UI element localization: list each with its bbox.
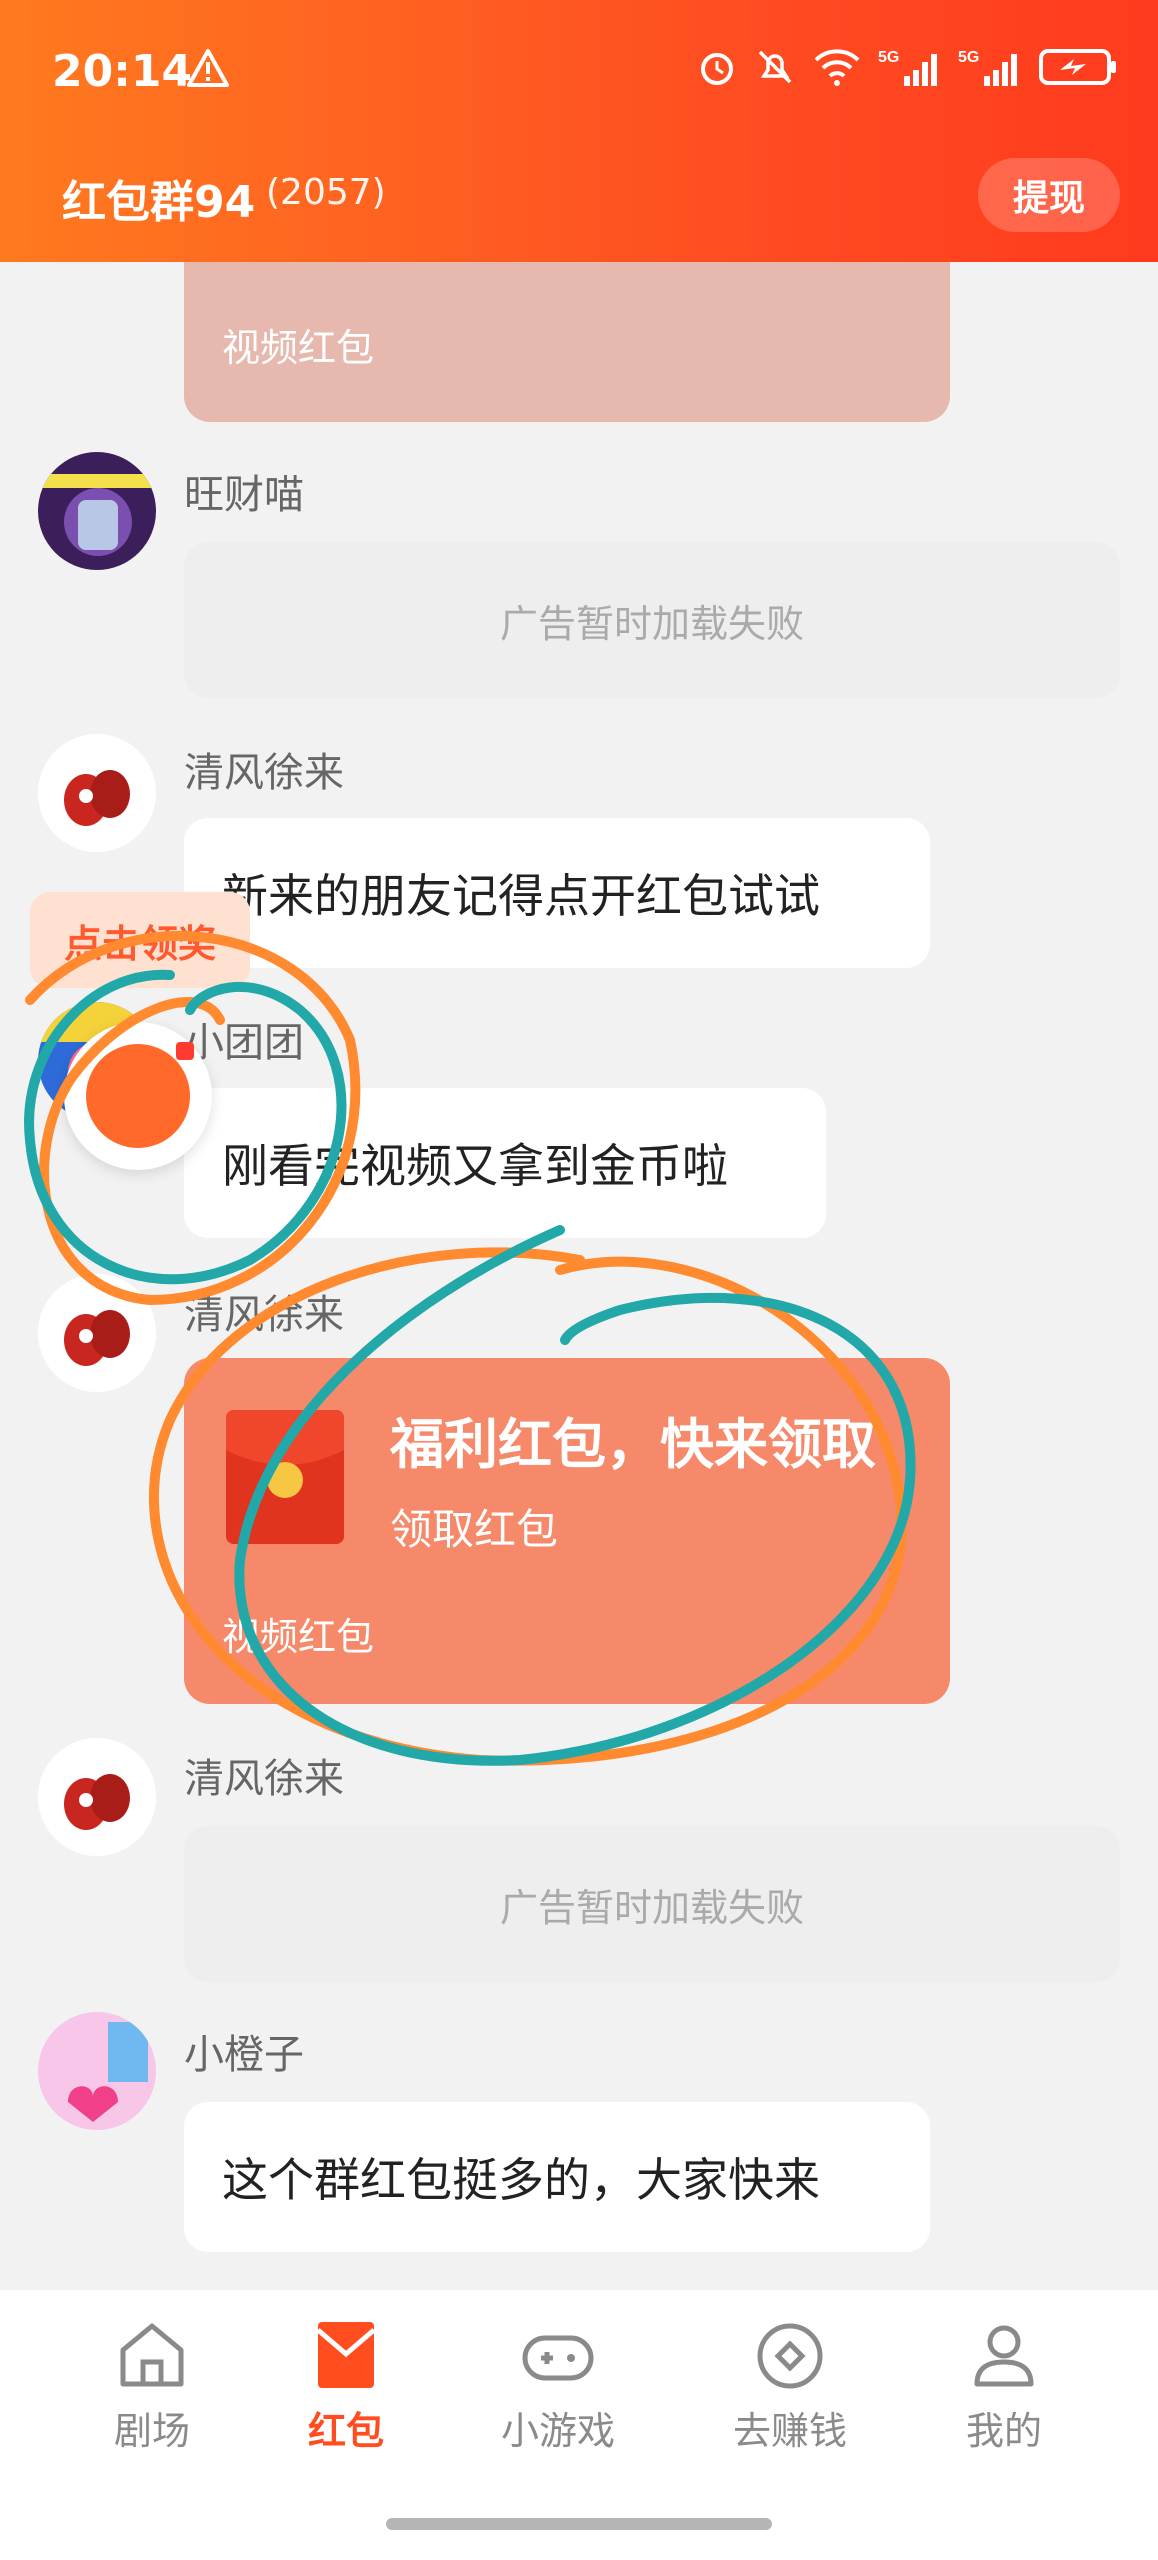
wifi-icon [814, 49, 860, 86]
status-icons: 5G 5G [696, 46, 1118, 88]
tab-redpacket[interactable]: 红包 [256, 2320, 436, 2455]
person-icon [974, 2325, 1034, 2387]
avatar[interactable] [38, 1274, 156, 1392]
ad-placeholder: 广告暂时加载失败 [184, 542, 1120, 698]
floating-reward-button[interactable] [64, 1022, 212, 1170]
signal-5g-icon: 5G [958, 49, 1017, 86]
avatar[interactable] [38, 452, 156, 570]
signal-5g-icon: 5G [878, 49, 937, 86]
red-packet-card[interactable]: 福利红包，快来领取 领取红包 视频红包 [184, 1358, 950, 1704]
avatar[interactable] [38, 734, 156, 852]
sender-name: 清风徐来 [184, 1756, 344, 1802]
red-packet-title: 福利红包，快来领取 [390, 1413, 876, 1476]
warning-icon [187, 49, 229, 87]
tab-earn[interactable]: 去赚钱 [700, 2320, 880, 2455]
sender-name: 旺财喵 [184, 472, 304, 518]
ad-placeholder: 广告暂时加载失败 [184, 1826, 1120, 1982]
group-name: 红包群94 [62, 177, 256, 228]
red-envelope-icon [226, 1410, 344, 1544]
sender-name: 小橙子 [184, 2032, 304, 2078]
status-time: 20:14 [52, 46, 193, 97]
home-indicator[interactable] [386, 2518, 772, 2530]
avatar[interactable] [38, 2012, 156, 2130]
alarm-icon [701, 53, 733, 85]
red-envelope-icon [316, 2322, 376, 2388]
avatar[interactable] [38, 1738, 156, 1856]
app-header: 20:14 5G 5G 红包群94 (2057) 提现 [0, 0, 1158, 262]
withdraw-button[interactable]: 提现 [978, 158, 1120, 232]
svg-text:5G: 5G [878, 49, 899, 66]
mute-bell-icon [758, 50, 792, 84]
sender-name: 清风徐来 [184, 1292, 344, 1338]
svg-text:5G: 5G [958, 49, 979, 66]
tab-profile[interactable]: 我的 [914, 2320, 1094, 2455]
home-icon [120, 2323, 184, 2387]
tab-minigames[interactable]: 小游戏 [468, 2320, 648, 2455]
red-packet-card[interactable]: 视频红包 [184, 262, 950, 422]
coin-icon [757, 2323, 823, 2389]
message-bubble: 新来的朋友记得点开红包试试 [184, 818, 930, 968]
battery-charging-icon [1039, 49, 1116, 85]
tab-theater[interactable]: 剧场 [62, 2320, 242, 2455]
red-packet-footer: 视频红包 [222, 1615, 375, 1659]
message-bubble: 这个群红包挺多的，大家快来 [184, 2102, 930, 2252]
gamepad-icon [522, 2335, 594, 2381]
claim-reward-tag[interactable]: 点击领奖 [30, 892, 250, 988]
message-bubble: 刚看完视频又拿到金币啦 [184, 1088, 826, 1238]
sender-name: 清风徐来 [184, 750, 344, 796]
red-packet-subtitle: 领取红包 [390, 1505, 559, 1554]
member-count: (2057) [266, 172, 386, 213]
red-packet-footer: 视频红包 [222, 326, 375, 370]
